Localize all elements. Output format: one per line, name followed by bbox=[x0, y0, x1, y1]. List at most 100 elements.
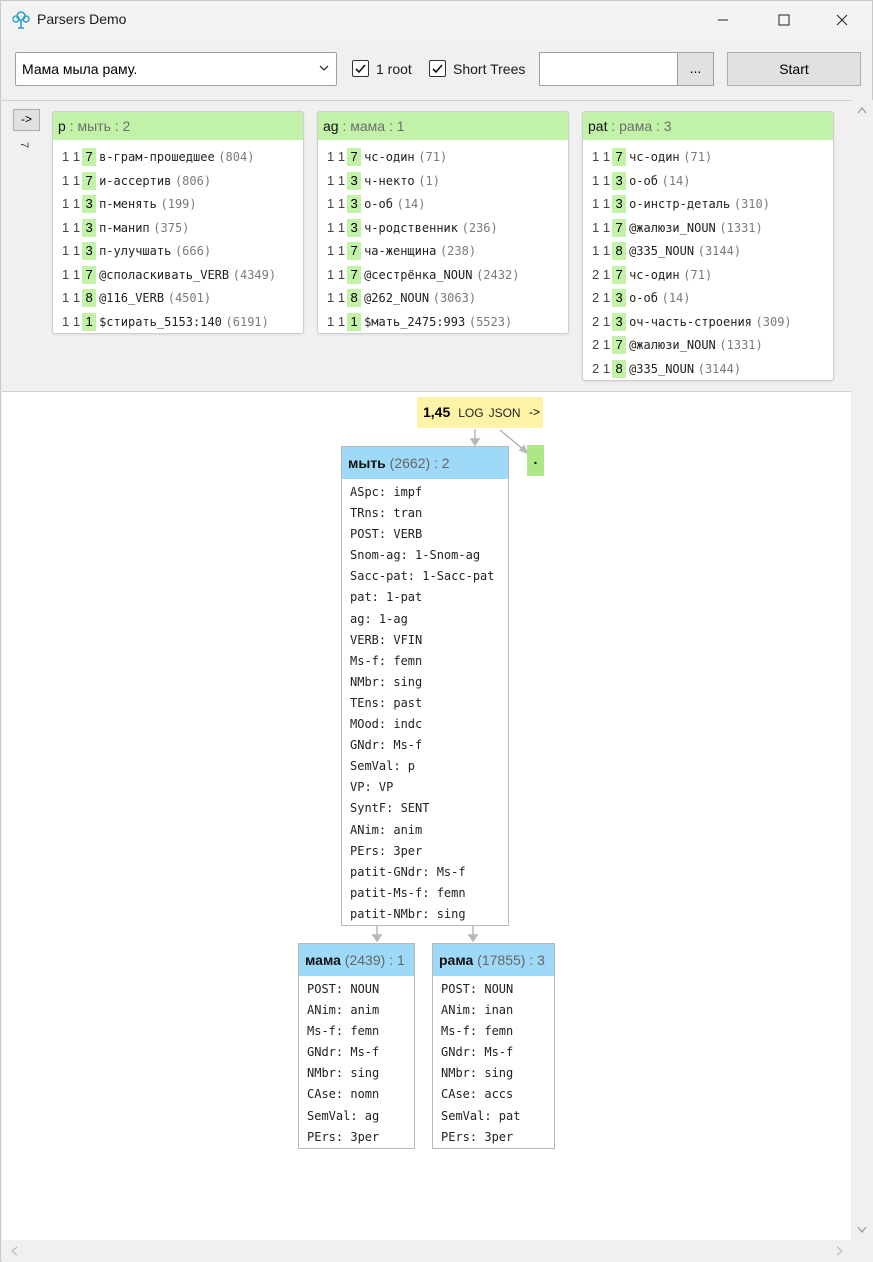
node-feature: patit-GNdr: Ms-f bbox=[350, 864, 466, 879]
start-button[interactable]: Start bbox=[727, 52, 861, 86]
filter-input[interactable] bbox=[539, 52, 679, 86]
slot-candidate-row[interactable]: 2 1 8 @335_NOUN (3144) bbox=[583, 357, 833, 381]
candidate-concept: п-улучшать bbox=[99, 244, 172, 258]
slot-role: ag bbox=[323, 118, 339, 134]
slot-candidate-row[interactable]: 1 1 7 @жалюзи_NOUN (1331) bbox=[583, 216, 833, 240]
horizontal-scrollbar[interactable] bbox=[2, 1240, 873, 1262]
node-feature: GNdr: Ms-f bbox=[441, 1045, 514, 1060]
slot-candidate-row[interactable]: 1 1 1 $мать_2475:993 (5523) bbox=[318, 310, 568, 334]
expand-arrow-button[interactable]: -> bbox=[13, 109, 40, 131]
candidate-ids: 1 1 bbox=[327, 172, 346, 188]
slot-candidate-row[interactable]: 1 1 7 в-грам-прошедшее (804) bbox=[53, 145, 303, 169]
candidate-level-badge: 7 bbox=[612, 218, 627, 237]
candidate-ids: 2 1 bbox=[592, 290, 611, 305]
chevron-right-icon bbox=[836, 1246, 843, 1256]
candidate-level-badge: 3 bbox=[82, 195, 97, 213]
candidate-level-badge: 3 bbox=[347, 171, 362, 190]
slot-candidate-row[interactable]: 2 1 3 оч-часть-строения (309) bbox=[583, 310, 833, 334]
title-bar: Parsers Demo bbox=[1, 1, 872, 39]
node-feature: CAse: nomn bbox=[307, 1087, 380, 1102]
slot-panel-p: p : мыть : 2 1 1 7 в-грам-прошедшее (804) 1… bbox=[52, 111, 304, 334]
tree-node-root[interactable]: мыть (2662) : 2 ASpc: impf TRns: tran POST… bbox=[341, 446, 509, 926]
slot-candidate-row[interactable]: 1 1 7 @споласкивать_VERB (4349) bbox=[53, 263, 303, 287]
window-title: Parsers Demo bbox=[37, 11, 127, 27]
candidate-frequency: (3144) bbox=[697, 244, 742, 258]
node-word: мама bbox=[305, 952, 341, 968]
json-link[interactable]: JSON bbox=[489, 406, 521, 420]
slot-candidate-row[interactable]: 2 1 3 о-об (14) bbox=[583, 286, 833, 310]
variant-count: 7 bbox=[18, 141, 31, 149]
tree-node-mama[interactable]: мама (2439) : 1 POST: NOUN ANim: anim Ms-f… bbox=[298, 943, 415, 1149]
short-trees-checkbox[interactable] bbox=[429, 60, 446, 77]
sentence-combobox[interactable]: Мама мыла раму. bbox=[15, 52, 337, 86]
slot-candidate-row[interactable]: 2 1 7 @жалюзи_NOUN (1331) bbox=[583, 333, 833, 357]
tree-node-rama[interactable]: рама (17855) : 3 POST: NOUN ANim: inan Ms-… bbox=[432, 943, 555, 1149]
candidate-concept: чс-один bbox=[629, 150, 680, 164]
candidate-ids: 2 1 bbox=[592, 266, 611, 282]
log-link[interactable]: LOG bbox=[458, 406, 483, 420]
app-tree-icon bbox=[12, 11, 30, 29]
slot-candidate-row[interactable]: 1 1 3 ч-родственник (236) bbox=[318, 216, 568, 240]
app-window: Parsers Demo Мама мыла раму. 1 root Shor… bbox=[0, 0, 873, 1262]
candidate-frequency: (71) bbox=[683, 150, 713, 164]
slot-candidate-row[interactable]: 1 1 3 о-об (14) bbox=[583, 169, 833, 193]
candidate-concept: п-менять bbox=[99, 197, 157, 211]
slot-candidate-row[interactable]: 1 1 3 п-менять (199) bbox=[53, 192, 303, 216]
slot-candidate-row[interactable]: 1 1 7 чс-один (71) bbox=[583, 145, 833, 169]
close-button[interactable] bbox=[819, 1, 865, 39]
browse-button[interactable]: ... bbox=[677, 52, 714, 86]
node-meta: (17855) : 3 bbox=[473, 952, 545, 968]
candidate-frequency: (3063) bbox=[432, 291, 477, 305]
candidate-concept: ч-некто bbox=[364, 173, 415, 188]
slot-candidate-row[interactable]: 1 1 3 ч-некто (1) bbox=[318, 169, 568, 193]
candidate-concept: чс-один bbox=[364, 150, 415, 164]
vertical-scrollbar[interactable] bbox=[851, 100, 873, 1240]
slot-panel-ag: ag : мама : 1 1 1 7 чс-один (71) 1 1 3 ч-нект… bbox=[317, 111, 569, 334]
candidate-ids: 1 1 bbox=[327, 266, 346, 282]
slot-candidate-row[interactable]: 1 1 3 п-улучшать (666) bbox=[53, 239, 303, 263]
node-feature: PErs: 3per bbox=[441, 1129, 514, 1144]
candidate-level-badge: 7 bbox=[347, 265, 362, 284]
candidate-ids: 2 1 bbox=[592, 337, 611, 352]
candidate-frequency: (2432) bbox=[476, 267, 520, 282]
checkmark-icon bbox=[432, 64, 443, 74]
minimize-button[interactable] bbox=[700, 1, 746, 39]
candidate-ids: 1 1 bbox=[327, 149, 346, 164]
candidate-frequency: (199) bbox=[160, 197, 197, 211]
candidate-frequency: (309) bbox=[755, 314, 792, 329]
slot-candidate-row[interactable]: 1 1 3 о-инстр-деталь (310) bbox=[583, 192, 833, 216]
short-trees-label[interactable]: Short Trees bbox=[453, 61, 525, 77]
candidate-frequency: (14) bbox=[661, 173, 691, 188]
slot-candidate-row[interactable]: 1 1 8 @335_NOUN (3144) bbox=[583, 239, 833, 263]
slot-candidate-row[interactable]: 1 1 8 @262_NOUN (3063) bbox=[318, 286, 568, 310]
slot-candidate-row[interactable]: 1 1 7 и-ассертив (806) bbox=[53, 169, 303, 193]
slot-candidate-row[interactable]: 1 1 7 @сестрёнка_NOUN (2432) bbox=[318, 263, 568, 287]
candidate-ids: 2 1 bbox=[592, 313, 611, 329]
candidate-frequency: (14) bbox=[396, 197, 426, 211]
node-feature: SemVal: ag bbox=[307, 1108, 380, 1123]
slot-candidate-row[interactable]: 1 1 3 о-об (14) bbox=[318, 192, 568, 216]
node-word: рама bbox=[439, 952, 474, 968]
candidate-frequency: (804) bbox=[218, 150, 255, 164]
candidate-level-badge: 7 bbox=[612, 148, 627, 166]
slot-candidate-row[interactable]: 1 1 7 чс-один (71) bbox=[318, 145, 568, 169]
slot-candidate-row[interactable]: 1 1 3 п-манип (375) bbox=[53, 216, 303, 240]
maximize-button[interactable] bbox=[761, 1, 807, 39]
candidate-level-badge: 7 bbox=[82, 148, 97, 166]
punctuation-node[interactable]: . bbox=[527, 445, 544, 476]
candidate-concept: и-ассертив bbox=[99, 173, 172, 188]
node-feature: SyntF: SENT bbox=[350, 801, 430, 816]
slot-candidate-row[interactable]: 1 1 7 ча-женщина (238) bbox=[318, 239, 568, 263]
node-feature: POST: NOUN bbox=[441, 982, 514, 996]
next-parse-arrow[interactable]: -> bbox=[526, 397, 543, 428]
candidate-frequency: (1331) bbox=[719, 220, 763, 235]
node-feature: ag: 1-ag bbox=[350, 611, 408, 626]
slot-candidate-row[interactable]: 1 1 1 $стирать_5153:140 (6191) bbox=[53, 310, 303, 334]
node-feature: patit-NMbr: sing bbox=[350, 906, 466, 921]
one-root-label[interactable]: 1 root bbox=[376, 61, 412, 77]
candidate-concept: @жалюзи_NOUN bbox=[629, 338, 716, 352]
slot-candidate-row[interactable]: 1 1 8 @116_VERB (4501) bbox=[53, 286, 303, 310]
slot-candidate-row[interactable]: 2 1 7 чс-один (71) bbox=[583, 263, 833, 287]
one-root-checkbox[interactable] bbox=[352, 60, 369, 77]
candidate-ids: 1 1 bbox=[327, 313, 346, 329]
